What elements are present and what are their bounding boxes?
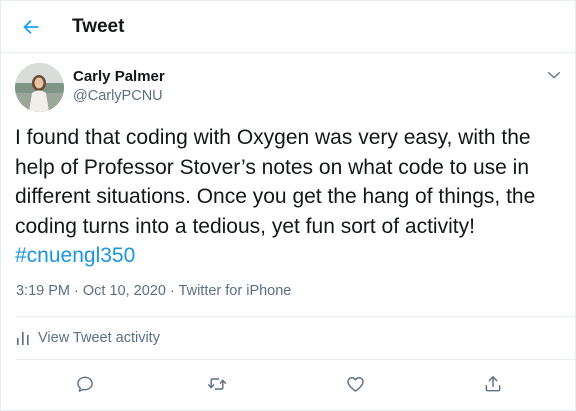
activity-label: View Tweet activity: [38, 330, 160, 346]
tweet-header: Tweet: [0, 0, 576, 53]
divider-top: [16, 316, 576, 317]
author-handle[interactable]: @CarlyPCNU: [73, 88, 163, 104]
tweet-time[interactable]: 3:19 PM: [16, 283, 70, 299]
bar-chart-icon: [17, 332, 29, 345]
author-name[interactable]: Carly Palmer: [73, 68, 165, 85]
more-options-button[interactable]: [545, 66, 563, 84]
share-icon: [485, 376, 501, 392]
tweet-text: I found that coding with Oxygen was very…: [15, 123, 565, 271]
tweet-source[interactable]: Twitter for iPhone: [179, 283, 292, 299]
chevron-down-icon: [548, 72, 560, 79]
retweet-icon: [207, 378, 227, 390]
action-bar: [0, 372, 576, 400]
share-button[interactable]: [481, 372, 505, 396]
like-button[interactable]: [343, 372, 367, 396]
hashtag-link[interactable]: #cnuengl350: [15, 244, 135, 267]
meta-separator: ·: [70, 283, 83, 299]
tweet-date[interactable]: Oct 10, 2020: [83, 283, 166, 299]
back-button[interactable]: [18, 14, 44, 40]
divider-bottom: [16, 359, 576, 360]
reply-icon: [77, 376, 93, 392]
avatar[interactable]: [15, 63, 64, 112]
meta-separator-2: ·: [165, 283, 179, 299]
page-title: Tweet: [72, 16, 125, 37]
heart-icon: [346, 377, 364, 392]
reply-button[interactable]: [73, 372, 97, 396]
tweet-body: I found that coding with Oxygen was very…: [15, 126, 536, 238]
view-activity-link[interactable]: View Tweet activity: [16, 330, 160, 346]
tweet-meta: 3:19 PM · Oct 10, 2020 · Twitter for iPh…: [16, 283, 291, 299]
arrow-left-icon: [23, 19, 39, 35]
retweet-button[interactable]: [205, 372, 229, 396]
